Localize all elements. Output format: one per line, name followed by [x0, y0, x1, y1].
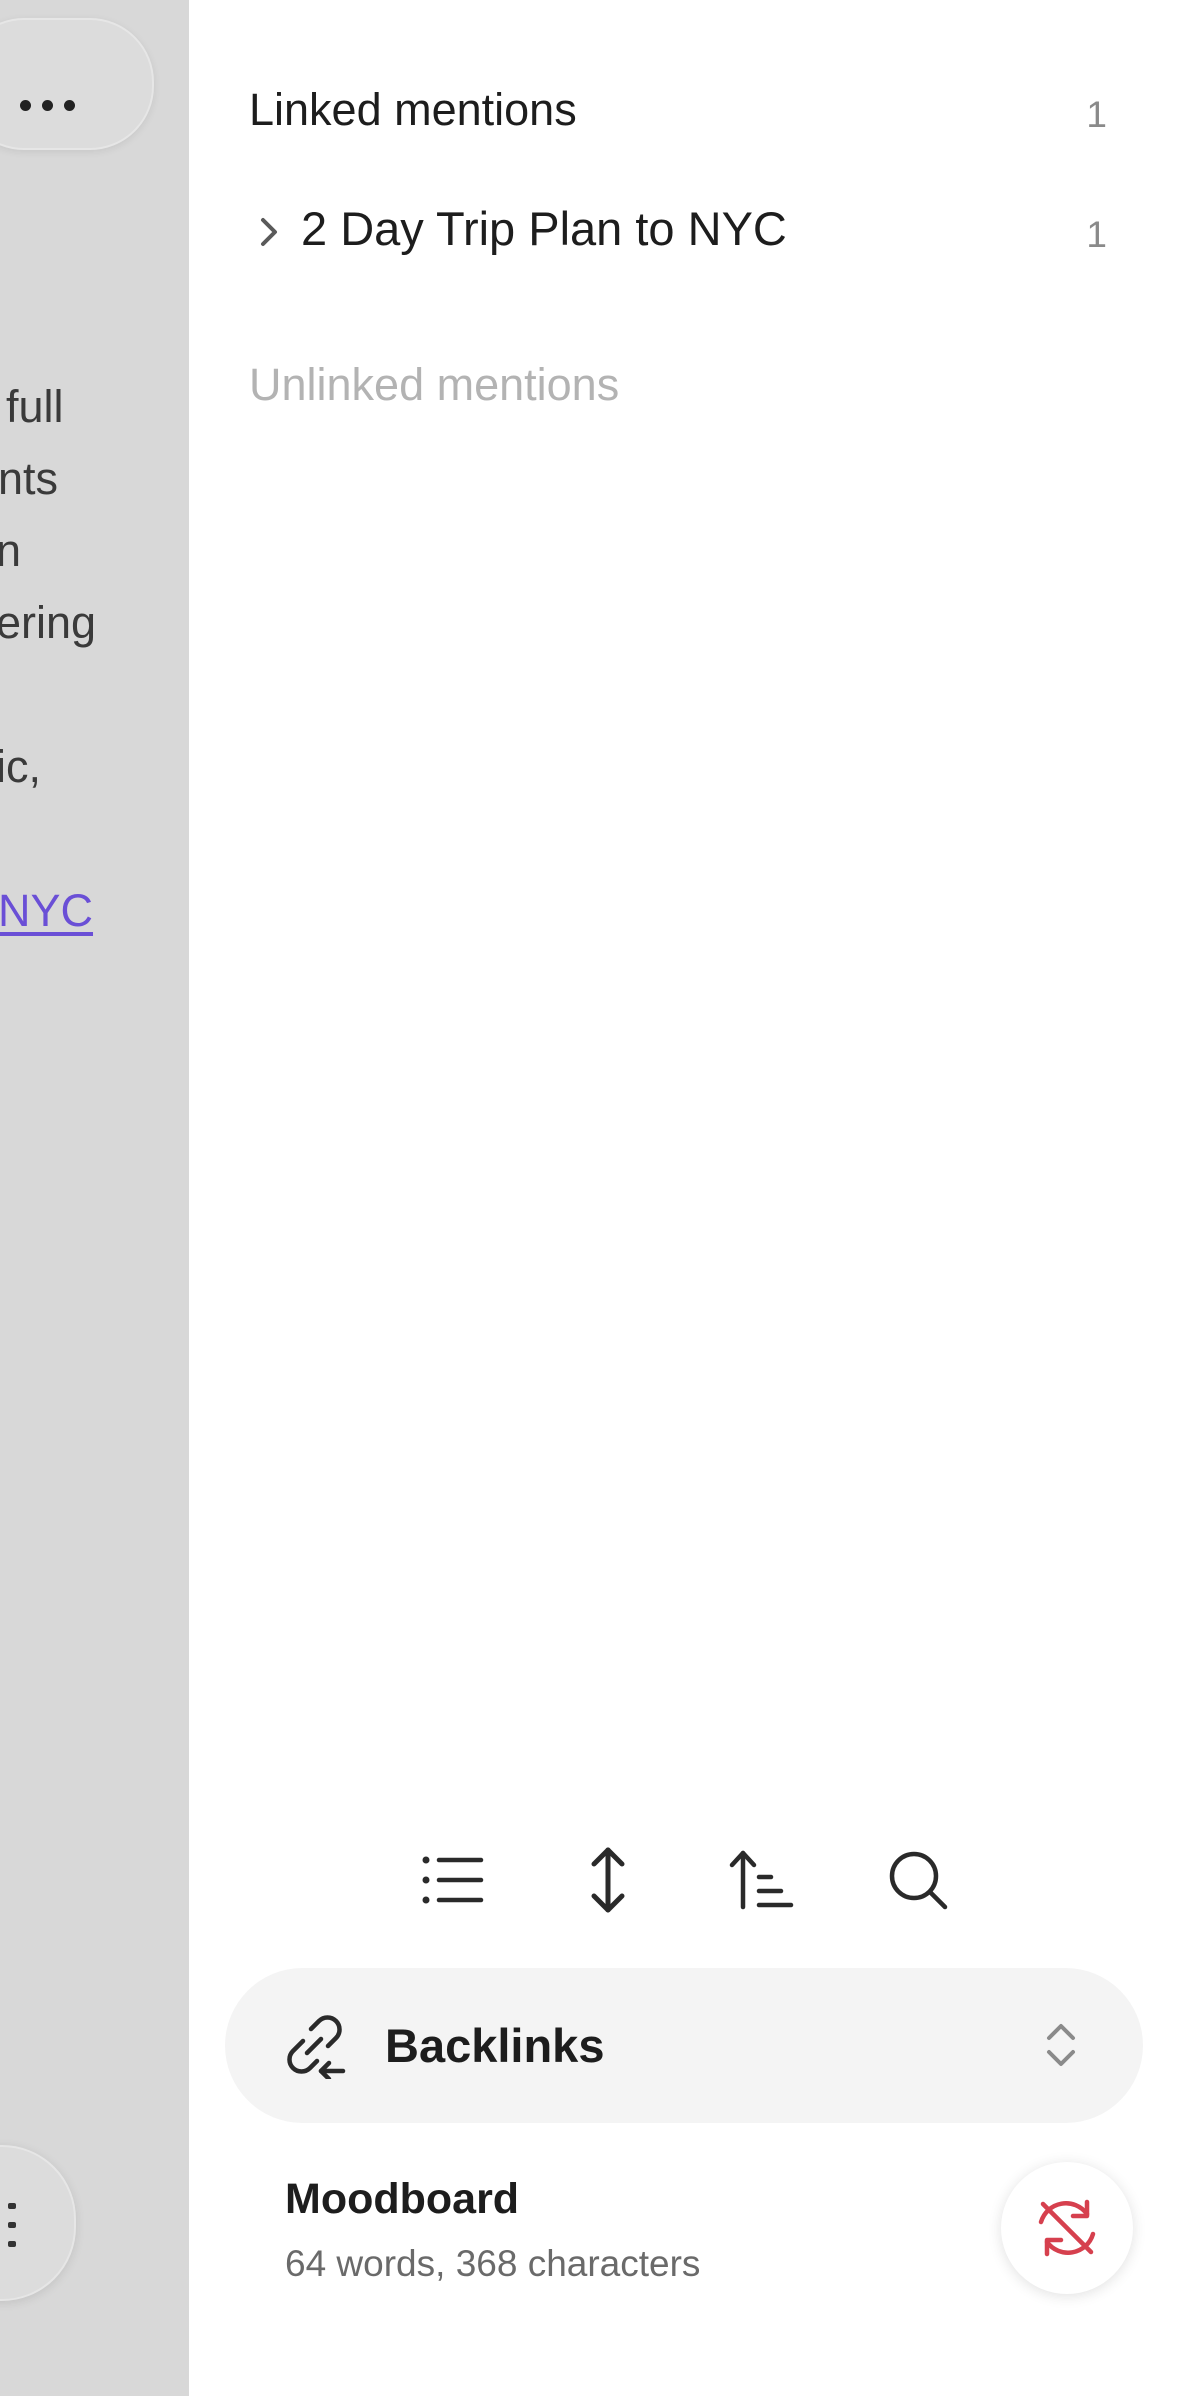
editor-text-line: ering: [0, 597, 97, 648]
editor-background: full nts n ering ic, NYC: [0, 0, 189, 2396]
unlinked-mentions-title[interactable]: Unlinked mentions: [249, 362, 619, 407]
document-title: Moodboard: [285, 2175, 520, 2223]
editor-text-line: full: [6, 381, 64, 432]
linked-mentions-title: Linked mentions: [249, 84, 577, 135]
chevron-up-down-icon: [1047, 2024, 1075, 2066]
chevron-right-icon[interactable]: [249, 212, 289, 252]
sync-button[interactable]: [1001, 2162, 1133, 2294]
more-options-button[interactable]: [0, 18, 154, 150]
linked-mention-item[interactable]: 2 Day Trip Plan to NYC: [249, 200, 1119, 260]
document-stats: 64 words, 368 characters: [285, 2243, 701, 2284]
linked-mentions-count: 1: [1086, 94, 1107, 135]
editor-text-line: n: [0, 525, 22, 576]
sort-button[interactable]: [722, 1840, 802, 1920]
backlink-icon: [287, 2015, 346, 2079]
linked-mention-title: 2 Day Trip Plan to NYC: [301, 202, 787, 255]
sync-off-icon: [1038, 2199, 1096, 2257]
editor-text-line: nts: [0, 453, 59, 504]
search-icon: [889, 1851, 948, 1910]
more-dots-icon: [20, 100, 76, 112]
sort-ascending-icon: [729, 1850, 794, 1910]
expand-vertical-icon: [591, 1847, 625, 1913]
outline-button[interactable]: [0, 2145, 76, 2301]
list-icon: [422, 1856, 484, 1904]
panel-selector[interactable]: Backlinks: [225, 1968, 1143, 2123]
list-icon: [8, 2203, 16, 2247]
backlinks-panel: Linked mentions 1 2 Day Trip Plan to NYC…: [189, 0, 1179, 2396]
expand-all-button[interactable]: [568, 1840, 648, 1920]
editor-text-line: ic,: [0, 741, 41, 792]
linked-mention-item-count: 1: [1086, 214, 1107, 255]
search-button[interactable]: [878, 1840, 958, 1920]
backlinks-toolbar: [189, 1840, 1179, 1920]
panel-selector-label: Backlinks: [385, 2019, 605, 2072]
list-view-button[interactable]: [413, 1840, 493, 1920]
editor-wiki-link[interactable]: NYC: [0, 888, 93, 933]
